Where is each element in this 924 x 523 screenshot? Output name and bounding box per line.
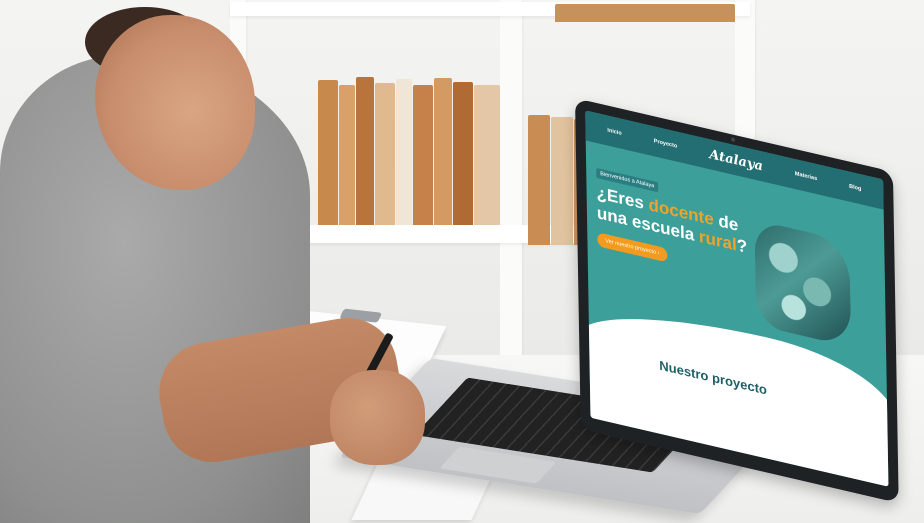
cta-button[interactable]: Ver nuestro proyecto ›	[597, 232, 668, 263]
book-row	[318, 75, 503, 225]
book	[375, 83, 395, 225]
site-logo[interactable]: Atalaya	[709, 147, 763, 174]
shelf-upright	[500, 0, 522, 360]
book	[318, 80, 338, 225]
photo-scene: Inicio Proyecto Atalaya Materias Blog Bi…	[0, 0, 924, 523]
book	[396, 79, 412, 225]
person-head	[95, 15, 255, 190]
book	[434, 78, 452, 225]
book	[453, 82, 473, 225]
book-row	[555, 0, 740, 22]
hero-title-part: ?	[736, 235, 748, 257]
webcam	[731, 137, 736, 143]
hero-section: Bienvenidos a Atalaya ¿Eres docente de u…	[596, 161, 772, 287]
book	[339, 85, 355, 225]
hero-photo	[754, 219, 852, 348]
book	[551, 117, 573, 245]
book	[356, 77, 374, 225]
book	[413, 85, 433, 225]
website-screen: Inicio Proyecto Atalaya Materias Blog Bi…	[585, 110, 889, 487]
nav-link-materias[interactable]: Materias	[795, 171, 817, 182]
book	[528, 115, 550, 245]
nav-link-proyecto[interactable]: Proyecto	[654, 138, 678, 149]
book	[474, 85, 500, 225]
person-hand	[330, 370, 425, 465]
book	[555, 4, 735, 22]
nav-link-blog[interactable]: Blog	[849, 184, 861, 193]
nav-link-inicio[interactable]: Inicio	[607, 128, 621, 137]
